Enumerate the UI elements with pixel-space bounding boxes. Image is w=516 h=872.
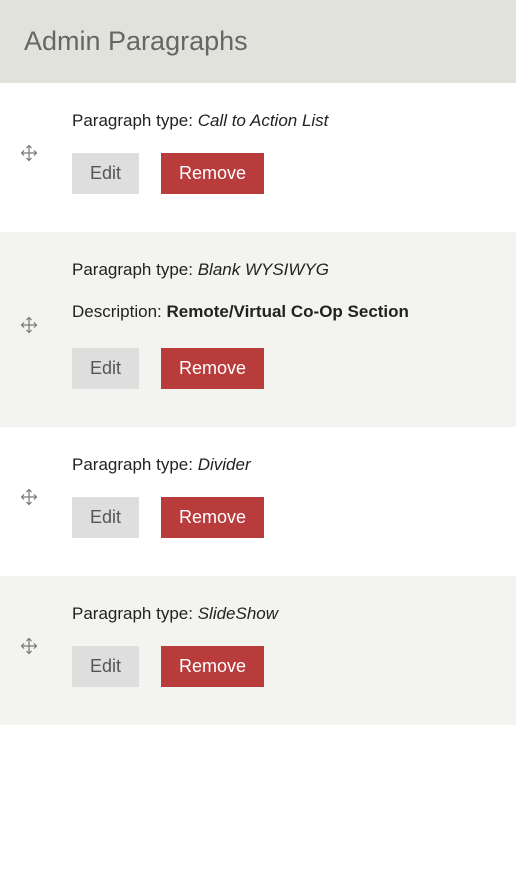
move-icon — [20, 316, 38, 334]
paragraph-row: Paragraph type: SlideShow Description: E… — [0, 576, 516, 725]
paragraph-row: Paragraph type: Call to Action List Desc… — [0, 83, 516, 232]
paragraph-type-prefix: Paragraph type: — [72, 604, 198, 623]
paragraph-content: Paragraph type: Blank WYSIWYG Descriptio… — [60, 260, 496, 389]
paragraph-desc-prefix: Description: — [72, 302, 166, 321]
drag-handle[interactable] — [20, 144, 60, 162]
paragraph-desc-line: Description: Remote/Virtual Co-Op Sectio… — [72, 302, 496, 322]
remove-button[interactable]: Remove — [161, 153, 264, 194]
paragraph-type-value: Blank WYSIWYG — [198, 260, 329, 279]
paragraph-buttons: Edit Remove — [72, 153, 496, 194]
paragraph-buttons: Edit Remove — [72, 646, 496, 687]
drag-handle[interactable] — [20, 637, 60, 655]
paragraph-desc-value: Remote/Virtual Co-Op Section — [166, 302, 408, 321]
paragraph-row: Paragraph type: Divider Description: Edi… — [0, 427, 516, 576]
drag-handle[interactable] — [20, 488, 60, 506]
edit-button[interactable]: Edit — [72, 497, 139, 538]
paragraph-type-prefix: Paragraph type: — [72, 455, 198, 474]
move-icon — [20, 488, 38, 506]
paragraph-type-value: Divider — [198, 455, 251, 474]
paragraph-row: Paragraph type: Blank WYSIWYG Descriptio… — [0, 232, 516, 427]
paragraph-type-prefix: Paragraph type: — [72, 111, 198, 130]
remove-button[interactable]: Remove — [161, 497, 264, 538]
remove-button[interactable]: Remove — [161, 348, 264, 389]
move-icon — [20, 637, 38, 655]
paragraph-buttons: Edit Remove — [72, 348, 496, 389]
remove-button[interactable]: Remove — [161, 646, 264, 687]
edit-button[interactable]: Edit — [72, 348, 139, 389]
paragraph-type-line: Paragraph type: Divider — [72, 455, 496, 475]
paragraph-list: Paragraph type: Call to Action List Desc… — [0, 83, 516, 725]
move-icon — [20, 144, 38, 162]
paragraph-type-prefix: Paragraph type: — [72, 260, 198, 279]
paragraph-content: Paragraph type: Call to Action List Desc… — [60, 111, 496, 194]
paragraph-content: Paragraph type: SlideShow Description: E… — [60, 604, 496, 687]
paragraph-buttons: Edit Remove — [72, 497, 496, 538]
page-title: Admin Paragraphs — [0, 0, 516, 83]
paragraph-type-value: Call to Action List — [198, 111, 329, 130]
drag-handle[interactable] — [20, 316, 60, 334]
paragraph-type-line: Paragraph type: SlideShow — [72, 604, 496, 624]
edit-button[interactable]: Edit — [72, 153, 139, 194]
paragraph-content: Paragraph type: Divider Description: Edi… — [60, 455, 496, 538]
paragraph-type-line: Paragraph type: Blank WYSIWYG — [72, 260, 496, 280]
paragraph-type-line: Paragraph type: Call to Action List — [72, 111, 496, 131]
paragraph-type-value: SlideShow — [198, 604, 278, 623]
edit-button[interactable]: Edit — [72, 646, 139, 687]
